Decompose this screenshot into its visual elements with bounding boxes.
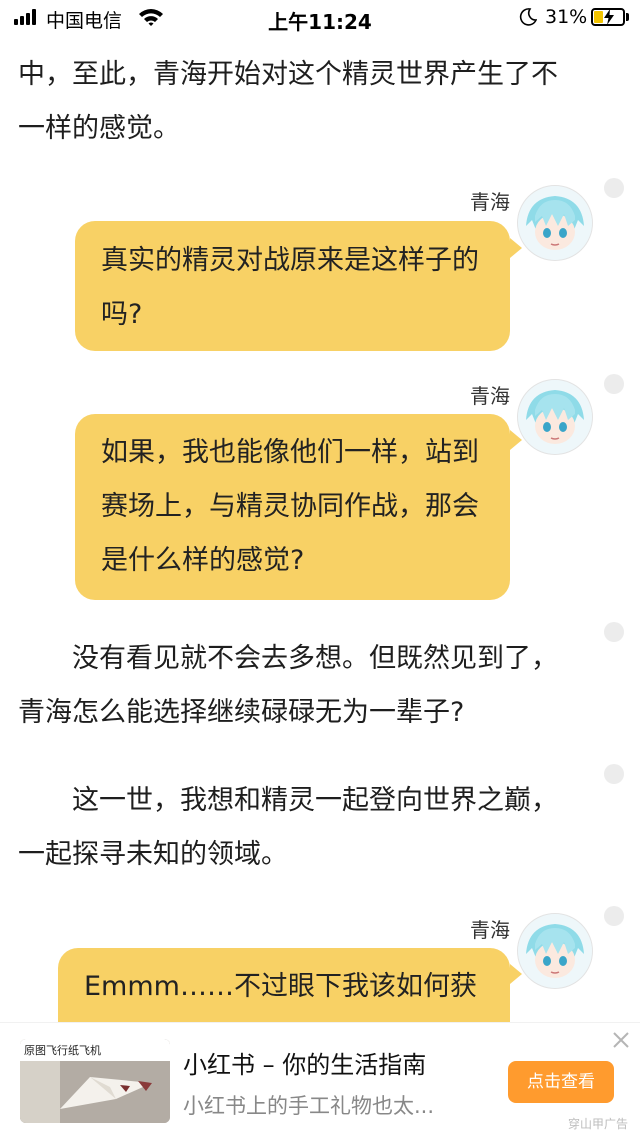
speaker-name: 青海 [470,384,510,408]
speaker-name: 青海 [470,918,510,942]
bubble-tail [510,964,522,984]
battery-percent: 31% [545,6,588,28]
paragraph-2: 没有看见就不会去多想。但既然见到了，青海怎么能选择继续碌碌无为一辈子? [18,643,558,728]
battery-charging-icon [591,8,625,26]
paragraph-1: 中，至此，青海开始对这个精灵世界产生了不一样的感觉。 [18,59,558,144]
ad-thumb-text: 原图飞行纸飞机 [24,1044,101,1057]
ad-title[interactable]: 小红书 – 你的生活指南 [183,1045,426,1080]
comment-dot[interactable] [604,906,624,926]
avatar[interactable] [518,380,592,454]
status-bar: 中国电信 上午11:24 31% [0,0,640,36]
ad-thumbnail[interactable]: 原图飞行纸飞机 [20,1039,170,1123]
avatar[interactable] [518,186,592,260]
bubble-tail [510,238,522,258]
ad-source-label: 穿山甲广告 [568,1117,629,1131]
bubble-tail [510,430,522,450]
ad-banner[interactable]: 原图飞行纸飞机 小红书 – 你的生活指南 小红书上的手工礼物也太... 点击查看… [0,1022,640,1140]
comment-dot[interactable] [604,374,624,394]
comment-dot[interactable] [604,622,624,642]
clock: 上午11:24 [268,10,372,34]
ad-view-button[interactable]: 点击查看 [508,1061,614,1103]
comment-dot[interactable] [604,178,624,198]
comment-dot[interactable] [604,764,624,784]
ad-description[interactable]: 小红书上的手工礼物也太... [183,1090,434,1120]
close-icon[interactable] [610,1029,632,1051]
moon-icon [519,8,537,26]
dialogue-bubble: 如果，我也能像他们一样，站到赛场上，与精灵协同作战，那会是什么样的感觉? [75,414,510,600]
avatar[interactable] [518,914,592,988]
paragraph-3: 这一世，我想和精灵一起登向世界之巅，一起探寻未知的领域。 [18,785,558,870]
dialogue-bubble: 真实的精灵对战原来是这样子的吗? [75,221,510,351]
speaker-name: 青海 [470,190,510,214]
battery-tip [626,13,629,21]
